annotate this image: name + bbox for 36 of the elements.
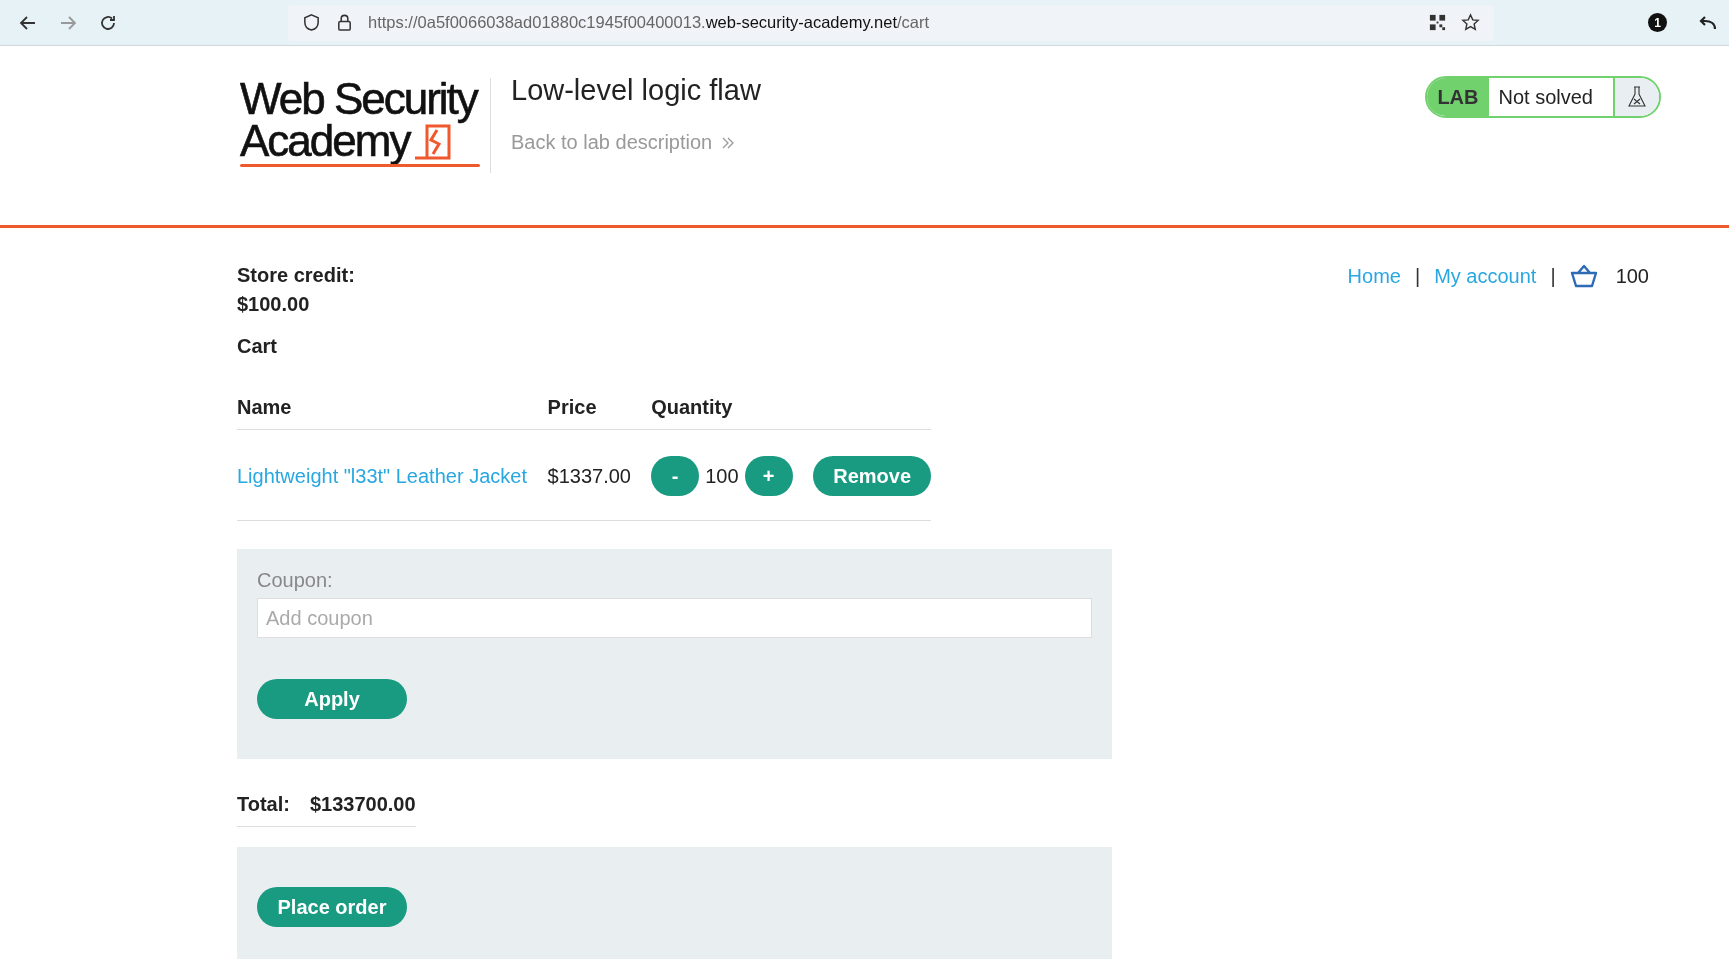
remove-button[interactable]: Remove xyxy=(813,456,931,496)
qr-code-icon[interactable] xyxy=(1428,13,1447,32)
flask-icon xyxy=(1627,85,1647,109)
store-credit-label: Store credit: xyxy=(237,264,355,287)
decrease-button[interactable]: - xyxy=(651,456,700,496)
column-header: Price xyxy=(547,388,652,430)
price-cell: $1337.00 xyxy=(547,429,652,521)
nav-link[interactable]: Home xyxy=(1347,264,1401,288)
store-credit-value: $100.00 xyxy=(237,293,311,316)
back-link[interactable]: Back to lab description xyxy=(511,131,761,154)
coupon-input[interactable]: Add coupon xyxy=(257,598,1092,638)
basket-icon[interactable] xyxy=(1569,264,1598,288)
shield-icon[interactable] xyxy=(302,13,321,32)
cart-heading: Cart xyxy=(237,335,278,358)
separator: | xyxy=(1414,264,1421,288)
lock-icon xyxy=(335,13,354,32)
coupon-label: Coupon: xyxy=(257,569,334,592)
site-logo[interactable]: Web Security Academy xyxy=(240,78,491,173)
total-value: $133700.00 xyxy=(309,793,416,816)
lab-label: LAB xyxy=(1427,78,1489,116)
separator: | xyxy=(1550,264,1556,288)
product-link[interactable]: Lightweight "l33t" Leather Jacket xyxy=(237,464,527,487)
extension-badge[interactable]: 1 xyxy=(1648,13,1667,32)
url-text: https://0a5f0066038ad01880c1945f00400013.web-security-academy.net/cart xyxy=(368,13,930,32)
star-icon[interactable] xyxy=(1461,13,1480,32)
cart-count: 100 xyxy=(1615,264,1649,288)
increase-button[interactable]: + xyxy=(744,456,793,496)
address-bar[interactable]: https://0a5f0066038ad01880c1945f00400013.web-security-academy.net/cart xyxy=(288,4,1494,41)
column-header: Quantity xyxy=(651,388,813,430)
nav-link[interactable]: My account xyxy=(1434,264,1537,288)
lab-title: Low-level logic flaw xyxy=(511,74,761,107)
column-header: Name xyxy=(237,388,548,430)
quantity-value: 100 xyxy=(705,464,739,488)
total-label: Total: xyxy=(237,793,290,816)
place-order-button[interactable]: Place order xyxy=(257,887,407,927)
apply-button[interactable]: Apply xyxy=(257,679,407,719)
